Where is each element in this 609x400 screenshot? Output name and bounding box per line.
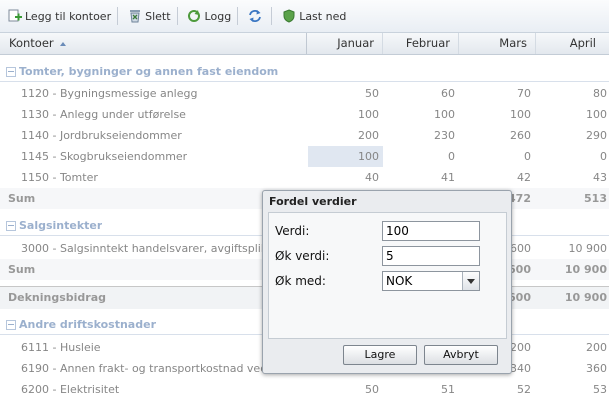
column-header-january[interactable]: Januar	[307, 33, 383, 54]
dialog-title: Fordel verdier	[269, 195, 357, 208]
column-header-february[interactable]: Februar	[383, 33, 459, 54]
dialog-form: Verdi: Øk verdi: Øk med: NOK	[268, 212, 507, 339]
reload-button[interactable]	[243, 5, 269, 27]
refresh-log-icon	[187, 9, 202, 24]
value-label: Verdi:	[275, 224, 310, 238]
log-button[interactable]: Logg	[183, 5, 236, 27]
grid-header: Kontoer Januar Februar Mars April	[0, 33, 609, 55]
cancel-button[interactable]: Avbryt	[424, 345, 498, 365]
column-header-april[interactable]: April	[536, 33, 609, 54]
column-header-january-label: Januar	[337, 36, 374, 50]
column-header-accounts-label: Kontoer	[9, 36, 54, 50]
delete-button[interactable]: Slett	[123, 5, 174, 27]
column-header-accounts[interactable]: Kontoer	[0, 33, 307, 54]
download-button[interactable]: Last ned	[277, 5, 350, 27]
column-header-march[interactable]: Mars	[459, 33, 536, 54]
toolbar: Legg til kontoer Slett Logg Last ned	[0, 0, 609, 33]
add-accounts-button[interactable]: Legg til kontoer	[3, 5, 115, 27]
value-input[interactable]	[382, 221, 480, 241]
save-button[interactable]: Lagre	[343, 345, 417, 365]
increase-value-label: Øk verdi:	[275, 249, 330, 263]
add-document-icon	[7, 9, 22, 24]
column-header-february-label: Februar	[405, 36, 450, 50]
distribute-values-dialog: Fordel verdier Verdi: Øk verdi: Øk med: …	[262, 190, 512, 374]
chevron-down-icon[interactable]	[462, 272, 479, 290]
toolbar-separator	[176, 7, 178, 25]
trash-icon	[127, 9, 142, 24]
toolbar-separator	[271, 7, 273, 25]
add-accounts-label: Legg til kontoer	[25, 9, 112, 23]
increase-by-select[interactable]: NOK	[382, 271, 480, 291]
toolbar-separator	[117, 7, 119, 25]
delete-label: Slett	[145, 9, 171, 23]
download-label: Last ned	[299, 9, 347, 23]
reload-icon	[247, 9, 262, 24]
increase-by-label: Øk med:	[275, 274, 326, 288]
log-label: Logg	[204, 9, 232, 23]
sort-ascending-icon	[60, 41, 67, 46]
increase-value-input[interactable]	[382, 246, 480, 266]
increase-by-value: NOK	[386, 274, 413, 288]
toolbar-separator	[237, 7, 239, 25]
column-header-march-label: Mars	[499, 36, 527, 50]
shield-icon	[281, 9, 296, 24]
column-header-april-label: April	[569, 36, 596, 50]
